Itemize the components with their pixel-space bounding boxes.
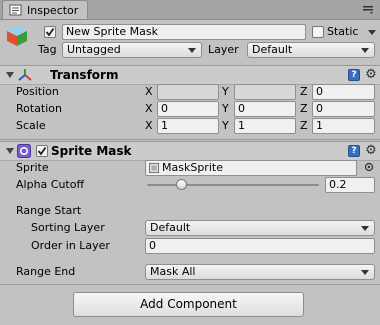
tab-title: Inspector (27, 4, 79, 17)
sprite-object-field[interactable]: MaskSprite (145, 160, 357, 176)
axis-y-label: Y (222, 85, 229, 98)
axis-x-label: X (145, 119, 153, 132)
layer-label: Layer (208, 43, 239, 56)
transform-row-label: Scale (16, 119, 46, 132)
menu-dots-icon[interactable] (361, 3, 375, 15)
sorting-layer-label: Sorting Layer (31, 221, 105, 234)
layer-value: Default (252, 43, 293, 56)
transform-row-label: Position (16, 85, 59, 98)
axis-z-label: Z (300, 102, 308, 115)
tab-inspector[interactable]: Inspector (2, 0, 88, 19)
alpha-cutoff-field[interactable]: 0.2 (325, 177, 375, 193)
axis-y-label: Y (222, 119, 229, 132)
rotation-z-field[interactable]: 0 (312, 101, 375, 117)
chevron-down-icon (188, 48, 196, 53)
sprite-mask-title: Sprite Mask (51, 144, 132, 158)
transform-row-label: Rotation (16, 102, 63, 115)
range-end-label: Range End (16, 265, 76, 278)
axis-x-label: X (145, 85, 153, 98)
scale-x-field[interactable]: 1 (157, 118, 219, 134)
chevron-down-icon (361, 270, 369, 275)
tag-label: Tag (38, 43, 57, 56)
axis-z-label: Z (300, 119, 308, 132)
position-x-field[interactable] (157, 84, 219, 100)
sprite-mask-enabled-checkbox[interactable] (36, 145, 48, 157)
rotation-y-field[interactable]: 0 (234, 101, 296, 117)
help-icon[interactable]: ? (348, 69, 360, 81)
rotation-x-field[interactable]: 0 (157, 101, 219, 117)
static-dropdown-caret-icon[interactable] (368, 30, 376, 35)
gameobject-cube-icon (7, 26, 27, 46)
chevron-down-icon (361, 226, 369, 231)
layer-dropdown[interactable]: Default (247, 42, 375, 58)
transform-axes-icon (18, 69, 32, 81)
axis-y-label: Y (222, 102, 229, 115)
sprite-label: Sprite (16, 161, 49, 174)
static-checkbox[interactable] (312, 26, 324, 38)
tag-dropdown[interactable]: Untagged (62, 42, 202, 58)
range-start-label: Range Start (16, 204, 82, 217)
object-name-field[interactable]: New Sprite Mask (62, 24, 306, 40)
position-z-field[interactable]: 0 (312, 84, 375, 100)
divider (0, 284, 380, 285)
help-icon[interactable]: ? (348, 145, 360, 157)
position-y-field[interactable] (234, 84, 296, 100)
order-in-layer-label: Order in Layer (31, 239, 110, 252)
transform-title: Transform (50, 68, 119, 82)
axis-z-label: Z (300, 85, 308, 98)
sprite-value: MaskSprite (162, 161, 223, 174)
add-component-button[interactable]: Add Component (73, 292, 304, 317)
foldout-arrow-icon[interactable] (6, 148, 14, 154)
scale-z-field[interactable]: 1 (312, 118, 375, 134)
active-checkbox[interactable] (44, 26, 56, 38)
sprite-mask-icon (17, 144, 31, 158)
inspector-icon (9, 4, 22, 16)
alpha-cutoff-label: Alpha Cutoff (16, 178, 85, 191)
range-end-value: Mask All (150, 265, 196, 278)
scale-y-field[interactable]: 1 (234, 118, 296, 134)
object-picker-icon[interactable] (364, 162, 374, 172)
axis-x-label: X (145, 102, 153, 115)
sorting-layer-value: Default (150, 221, 191, 234)
sprite-asset-icon (149, 163, 159, 173)
order-in-layer-field[interactable]: 0 (145, 238, 375, 254)
tag-value: Untagged (67, 43, 121, 56)
gear-icon[interactable]: ⚙ (364, 68, 378, 82)
sorting-layer-dropdown[interactable]: Default (145, 220, 375, 236)
chevron-down-icon (361, 48, 369, 53)
range-end-dropdown[interactable]: Mask All (145, 264, 375, 280)
checkmark-icon (45, 27, 55, 37)
foldout-arrow-icon[interactable] (6, 72, 14, 78)
alpha-slider-track[interactable] (147, 184, 319, 186)
alpha-slider-thumb[interactable] (176, 179, 188, 190)
checkmark-icon (37, 146, 47, 156)
static-label: Static (327, 25, 359, 38)
divider (0, 139, 380, 140)
gear-icon[interactable]: ⚙ (364, 144, 378, 158)
